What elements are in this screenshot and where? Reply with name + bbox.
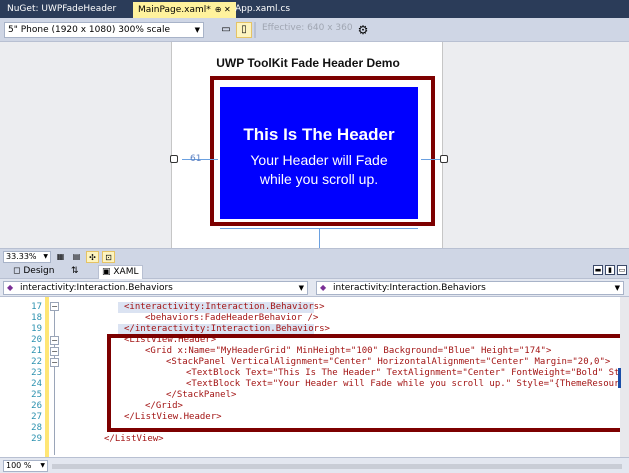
line-number: 19 [31,324,42,334]
margin-left-value: 61 [190,154,202,164]
line-number: 27 [31,412,42,422]
tab-design[interactable]: ◻ Design [10,265,57,279]
fold-toggle-icon[interactable]: − [50,347,59,356]
xaml-icon: ▣ [102,267,111,277]
designer-canvas[interactable]: UWP ToolKit Fade Header Demo This Is The… [0,42,629,248]
gear-icon[interactable]: ⚙ [355,22,371,38]
tab-label: MainPage.xaml* [138,5,211,15]
device-select[interactable]: 5" Phone (1920 x 1080) 300% scale ▼ [4,22,204,38]
resize-handle-right[interactable] [440,155,448,163]
change-marker [45,297,49,457]
header-subtitle: Your Header will Fade while you scroll u… [220,151,418,189]
line-number: 22 [31,357,42,367]
resize-handle-left[interactable] [170,155,178,163]
tab-nuget[interactable]: NuGet: UWPFadeHeader [2,2,121,18]
portrait-icon[interactable]: ▯ [236,22,252,38]
device-select-value: 5" Phone (1920 x 1080) 300% scale [8,25,170,35]
element-nav-left[interactable]: ◆ interactivity:Interaction.Behaviors ▼ [3,281,308,295]
header-subtitle-line: Your Header will Fade [250,152,388,168]
header-grid-preview[interactable]: This Is The Header Your Header will Fade… [220,87,418,219]
header-title: This Is The Header [243,125,395,144]
phone-artboard[interactable]: UWP ToolKit Fade Header Demo This Is The… [171,42,443,248]
fold-toggle-icon[interactable]: − [50,302,59,311]
collapse-pane-icon[interactable]: ▭ [617,265,627,275]
header-subtitle-line: while you scroll up. [259,171,379,187]
design-toolbar: 5" Phone (1920 x 1080) 300% scale ▼ ▭ ▯ E… [0,18,629,42]
grid-icon[interactable]: ▦ [54,251,67,263]
xaml-nav-bar: ◆ interactivity:Interaction.Behaviors ▼ ◆ i… [0,279,629,297]
element-icon: ◆ [320,283,327,292]
code-text: </ListView> [104,434,164,444]
xaml-code-editor[interactable]: 17 18 19 20 21 22 23 24 25 26 27 28 29 −… [0,297,629,457]
tab-xaml[interactable]: ▣ XAML [98,265,143,279]
line-number: 17 [31,302,42,312]
split-horizontal-icon[interactable]: ▬ [593,265,603,275]
line-number: 21 [31,346,42,356]
swap-panes-button[interactable]: ⇅ [68,265,82,279]
zoom-value: 33.33% [6,252,37,261]
tab-label: NuGet: UWPFadeHeader [7,4,117,14]
scroll-position-marker [618,368,621,388]
line-number: 25 [31,390,42,400]
grid-snap-icon[interactable]: ▤ [70,251,83,263]
split-vertical-icon[interactable]: ▮ [605,265,615,275]
page-title: UWP ToolKit Fade Header Demo [216,56,400,70]
editor-status-bar: 100 % ▼ [0,457,629,473]
fold-line [54,307,55,455]
line-number: 29 [31,434,42,444]
element-nav-value: interactivity:Interaction.Behaviors [333,283,486,293]
line-number: 24 [31,379,42,389]
horizontal-scrollbar[interactable] [52,464,622,469]
effective-size-label: Effective: 640 x 360 [262,23,353,33]
chevron-down-icon: ▼ [40,462,45,469]
line-number: 28 [31,423,42,433]
fold-toggle-icon[interactable]: − [50,336,59,345]
code-text: </interactivity:Interaction.Behaviors> [124,324,330,334]
code-line: </ListView> [104,434,164,445]
chevron-down-icon: ▼ [614,284,620,292]
zoom-bar: 33.33% ▼ ▦ ▤ ✣ ⊡ [0,248,629,264]
artboard-icon[interactable]: ✣ [86,251,99,263]
tab-label: App.xaml.cs [235,4,291,14]
editor-zoom-select[interactable]: 100 % ▼ [3,460,48,472]
code-line: <behaviors:FadeHeaderBehavior /> [145,313,318,324]
design-icon: ◻ [13,266,21,276]
line-number: 20 [31,335,42,345]
line-number: 26 [31,401,42,411]
element-nav-right[interactable]: ◆ interactivity:Interaction.Behaviors ▼ [316,281,624,295]
annotation-frame [107,334,626,432]
design-xaml-tabs: ◻ Design ⇅ ▣ XAML ▬ ▮ ▭ [0,264,629,279]
chevron-down-icon: ▼ [43,253,48,260]
editor-zoom-value: 100 % [6,461,32,470]
line-number: 23 [31,368,42,378]
monitor-icon[interactable]: ▭ [218,22,234,38]
tab-label: XAML [113,267,139,277]
line-number: 18 [31,313,42,323]
chevron-down-icon: ▼ [298,284,304,292]
tab-label: Design [23,266,55,276]
tab-mainpage[interactable]: MainPage.xaml* ⊕ ✕ [133,2,236,18]
code-text: <behaviors:FadeHeaderBehavior /> [145,313,319,323]
tab-app-xaml-cs[interactable]: App.xaml.cs [230,2,295,18]
selection-guide [319,228,320,248]
code-text: <interactivity:Interaction.Behaviors> [124,302,325,312]
fold-toggle-icon[interactable]: − [50,358,59,367]
chevron-down-icon: ▼ [194,26,200,34]
pin-close-icon[interactable]: ⊕ ✕ [215,5,231,14]
code-line: <interactivity:Interaction.Behaviors> [124,302,324,313]
toolbar-divider [254,22,256,38]
element-icon: ◆ [7,283,14,292]
snap-icon[interactable]: ⊡ [102,251,115,263]
zoom-select[interactable]: 33.33% ▼ [3,251,51,263]
document-tab-bar: NuGet: UWPFadeHeader MainPage.xaml* ⊕ ✕ A… [0,0,629,18]
vertical-scrollbar[interactable] [620,297,629,457]
element-nav-value: interactivity:Interaction.Behaviors [20,283,173,293]
